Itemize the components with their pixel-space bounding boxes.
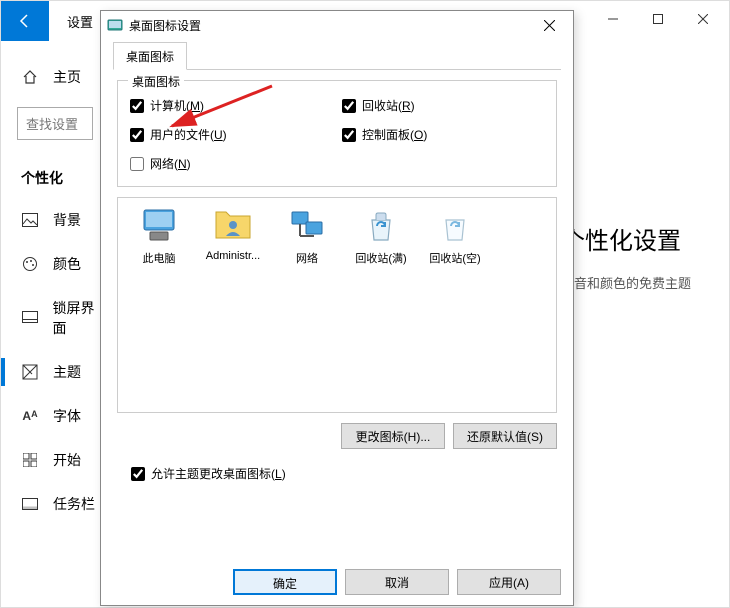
checkbox-user-files[interactable]: 用户的文件(U) [130,126,332,143]
desktop-icon-settings-dialog: 桌面图标设置 桌面图标 桌面图标 计算机(M) 回收站(R) 用户 [100,10,574,606]
sidebar-item-fonts[interactable]: AA 字体 [1,394,107,438]
icon-this-pc[interactable]: 此电脑 [124,206,194,266]
maximize-button[interactable] [635,5,680,33]
settings-content: 个性化设置 声音和颜色的免费主题 [561,221,691,295]
checkbox-network-input[interactable] [130,157,144,171]
sidebar-item-label: 颜色 [53,254,81,274]
sidebar-item-label: 背景 [53,210,81,230]
sidebar-item-label: 任务栏 [53,494,95,514]
sidebar-section: 个性化 [1,152,107,198]
dialog-icon [107,17,123,33]
minimize-icon [608,14,618,24]
sidebar-item-lockscreen[interactable]: 锁屏界面 [1,286,107,350]
sidebar-item-colors[interactable]: 颜色 [1,242,107,286]
close-icon [698,14,708,24]
recycle-empty-icon [435,206,475,246]
network-icon [287,206,327,246]
back-button[interactable] [1,1,49,41]
recycle-full-icon [361,206,401,246]
content-heading: 个性化设置 [561,221,691,256]
maximize-icon [653,14,663,24]
settings-sidebar: 主页 查找设置 个性化 背景 颜色 锁屏界面 主题 AA 字体 开始 [1,49,107,536]
sidebar-item-label: 锁屏界面 [53,298,107,338]
checkbox-control-panel-input[interactable] [342,128,356,142]
icon-recycle-full[interactable]: 回收站(满) [346,206,416,266]
settings-title: 设置 [49,12,93,31]
icon-preview-pane[interactable]: 此电脑 Administr... 网络 回收站(满) 回收站(空) [117,197,557,413]
group-desktop-icons: 桌面图标 计算机(M) 回收站(R) 用户的文件(U) 控制面板(O) [117,80,557,187]
search-input[interactable]: 查找设置 [17,107,93,140]
dialog-tabs: 桌面图标 [113,41,561,70]
checkbox-user-files-input[interactable] [130,128,144,142]
tab-desktop-icons[interactable]: 桌面图标 [113,42,187,70]
dialog-titlebar: 桌面图标设置 [101,11,573,39]
sidebar-item-background[interactable]: 背景 [1,198,107,242]
icon-buttons-row: 更改图标(H)... 还原默认值(S) [117,423,557,449]
checkbox-computer-input[interactable] [130,99,144,113]
sidebar-home[interactable]: 主页 [1,59,107,95]
apply-button[interactable]: 应用(A) [457,569,561,595]
theme-icon [21,364,39,380]
icon-user-folder[interactable]: Administr... [198,206,268,266]
font-icon: AA [21,409,39,423]
sidebar-item-start[interactable]: 开始 [1,438,107,482]
icon-label: 回收站(空) [421,250,489,266]
content-subtext: 声音和颜色的免费主题 [561,274,691,295]
dialog-title: 桌面图标设置 [129,17,531,34]
checkbox-allow-theme[interactable]: 允许主题更改桌面图标(L) [131,465,561,482]
icon-label: 回收站(满) [347,250,415,266]
icon-label: Administr... [199,250,267,262]
sidebar-home-label: 主页 [53,67,81,87]
palette-icon [21,256,39,272]
checkbox-recycle-bin[interactable]: 回收站(R) [342,97,544,114]
taskbar-icon [21,498,39,510]
computer-icon [139,206,179,246]
folder-user-icon [213,206,253,246]
dialog-close-button[interactable] [531,13,567,37]
minimize-button[interactable] [590,5,635,33]
sidebar-item-label: 主题 [53,362,81,382]
cancel-button[interactable]: 取消 [345,569,449,595]
arrow-left-icon [17,13,33,29]
close-button[interactable] [680,5,725,33]
icon-recycle-empty[interactable]: 回收站(空) [420,206,490,266]
dialog-footer-buttons: 确定 取消 应用(A) [233,569,561,595]
start-icon [21,453,39,467]
icon-label: 此电脑 [125,250,193,266]
checkbox-network[interactable]: 网络(N) [130,155,332,172]
checkbox-control-panel[interactable]: 控制面板(O) [342,126,544,143]
group-title: 桌面图标 [128,73,184,90]
sidebar-item-taskbar[interactable]: 任务栏 [1,482,107,526]
lockscreen-icon [21,311,39,325]
restore-defaults-button[interactable]: 还原默认值(S) [453,423,557,449]
sidebar-item-themes[interactable]: 主题 [1,350,107,394]
picture-icon [21,213,39,227]
ok-button[interactable]: 确定 [233,569,337,595]
home-icon [21,69,39,85]
window-controls [590,5,725,33]
checkbox-computer[interactable]: 计算机(M) [130,97,332,114]
icon-label: 网络 [273,250,341,266]
sidebar-item-label: 开始 [53,450,81,470]
dialog-body: 桌面图标 桌面图标 计算机(M) 回收站(R) 用户的文件(U) [101,39,573,492]
close-icon [544,20,555,31]
change-icon-button[interactable]: 更改图标(H)... [341,423,445,449]
checkbox-recycle-bin-input[interactable] [342,99,356,113]
sidebar-item-label: 字体 [53,406,81,426]
icon-network[interactable]: 网络 [272,206,342,266]
checkbox-allow-theme-input[interactable] [131,467,145,481]
